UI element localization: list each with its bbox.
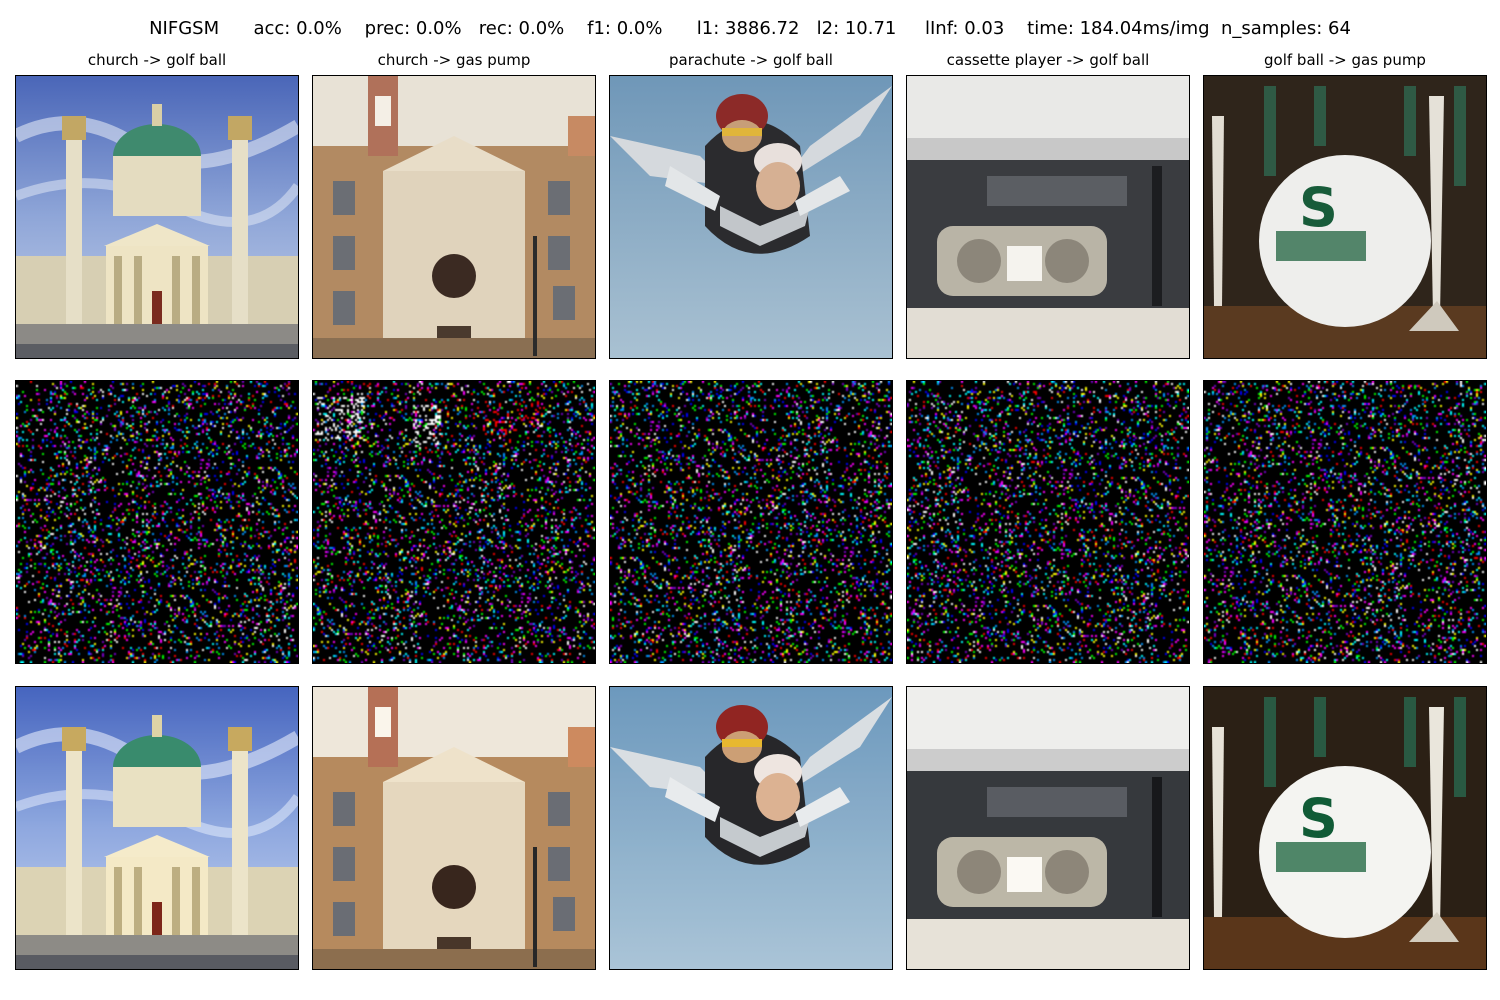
- original-image-church-1: [15, 75, 299, 359]
- perturbation-image-4: [906, 380, 1190, 664]
- original-image-church-2: [312, 75, 596, 359]
- column-title-3: parachute -> golf ball: [669, 51, 833, 69]
- adversarial-image-church-2: [312, 686, 596, 970]
- church-dome-image: [16, 76, 298, 358]
- perturbation-image-5: [1203, 380, 1487, 664]
- perturbation-image-2: [312, 380, 596, 664]
- column-title-1: church -> golf ball: [87, 51, 227, 69]
- perturbation-image-1: [15, 380, 299, 664]
- svg-text:S: S: [1299, 176, 1338, 239]
- original-image-parachute: [609, 75, 893, 359]
- adversarial-golf-ball-picture: S: [1204, 687, 1486, 969]
- adversarial-cassette-picture: [907, 687, 1189, 969]
- original-image-cassette: [906, 75, 1190, 359]
- cassette-player-image: [907, 76, 1189, 358]
- adversarial-image-cassette: [906, 686, 1190, 970]
- adversarial-image-parachute: [609, 686, 893, 970]
- perturbation-image-3: [609, 380, 893, 664]
- noise-canvas: [313, 381, 595, 663]
- church-facade-image: [313, 76, 595, 358]
- noise-canvas: [907, 381, 1189, 663]
- original-image-golf-ball: S: [1203, 75, 1487, 359]
- column-title-4: cassette player -> golf ball: [946, 51, 1150, 69]
- adversarial-church-1-picture: [16, 687, 298, 969]
- adversarial-church-2-picture: [313, 687, 595, 969]
- noise-canvas: [610, 381, 892, 663]
- metrics-summary: NIFGSM acc: 0.0% prec: 0.0% rec: 0.0% f1…: [149, 18, 1351, 39]
- column-title-2: church -> gas pump: [377, 51, 531, 69]
- skydivers-image: [610, 76, 892, 358]
- noise-canvas: [1204, 381, 1486, 663]
- noise-canvas: [16, 381, 298, 663]
- column-title-5: golf ball -> gas pump: [1264, 51, 1426, 69]
- svg-text:S: S: [1299, 787, 1338, 850]
- golf-ball-image: S: [1204, 76, 1486, 358]
- adversarial-image-golf-ball: S: [1203, 686, 1487, 970]
- adversarial-parachute-picture: [610, 687, 892, 969]
- adversarial-image-church-1: [15, 686, 299, 970]
